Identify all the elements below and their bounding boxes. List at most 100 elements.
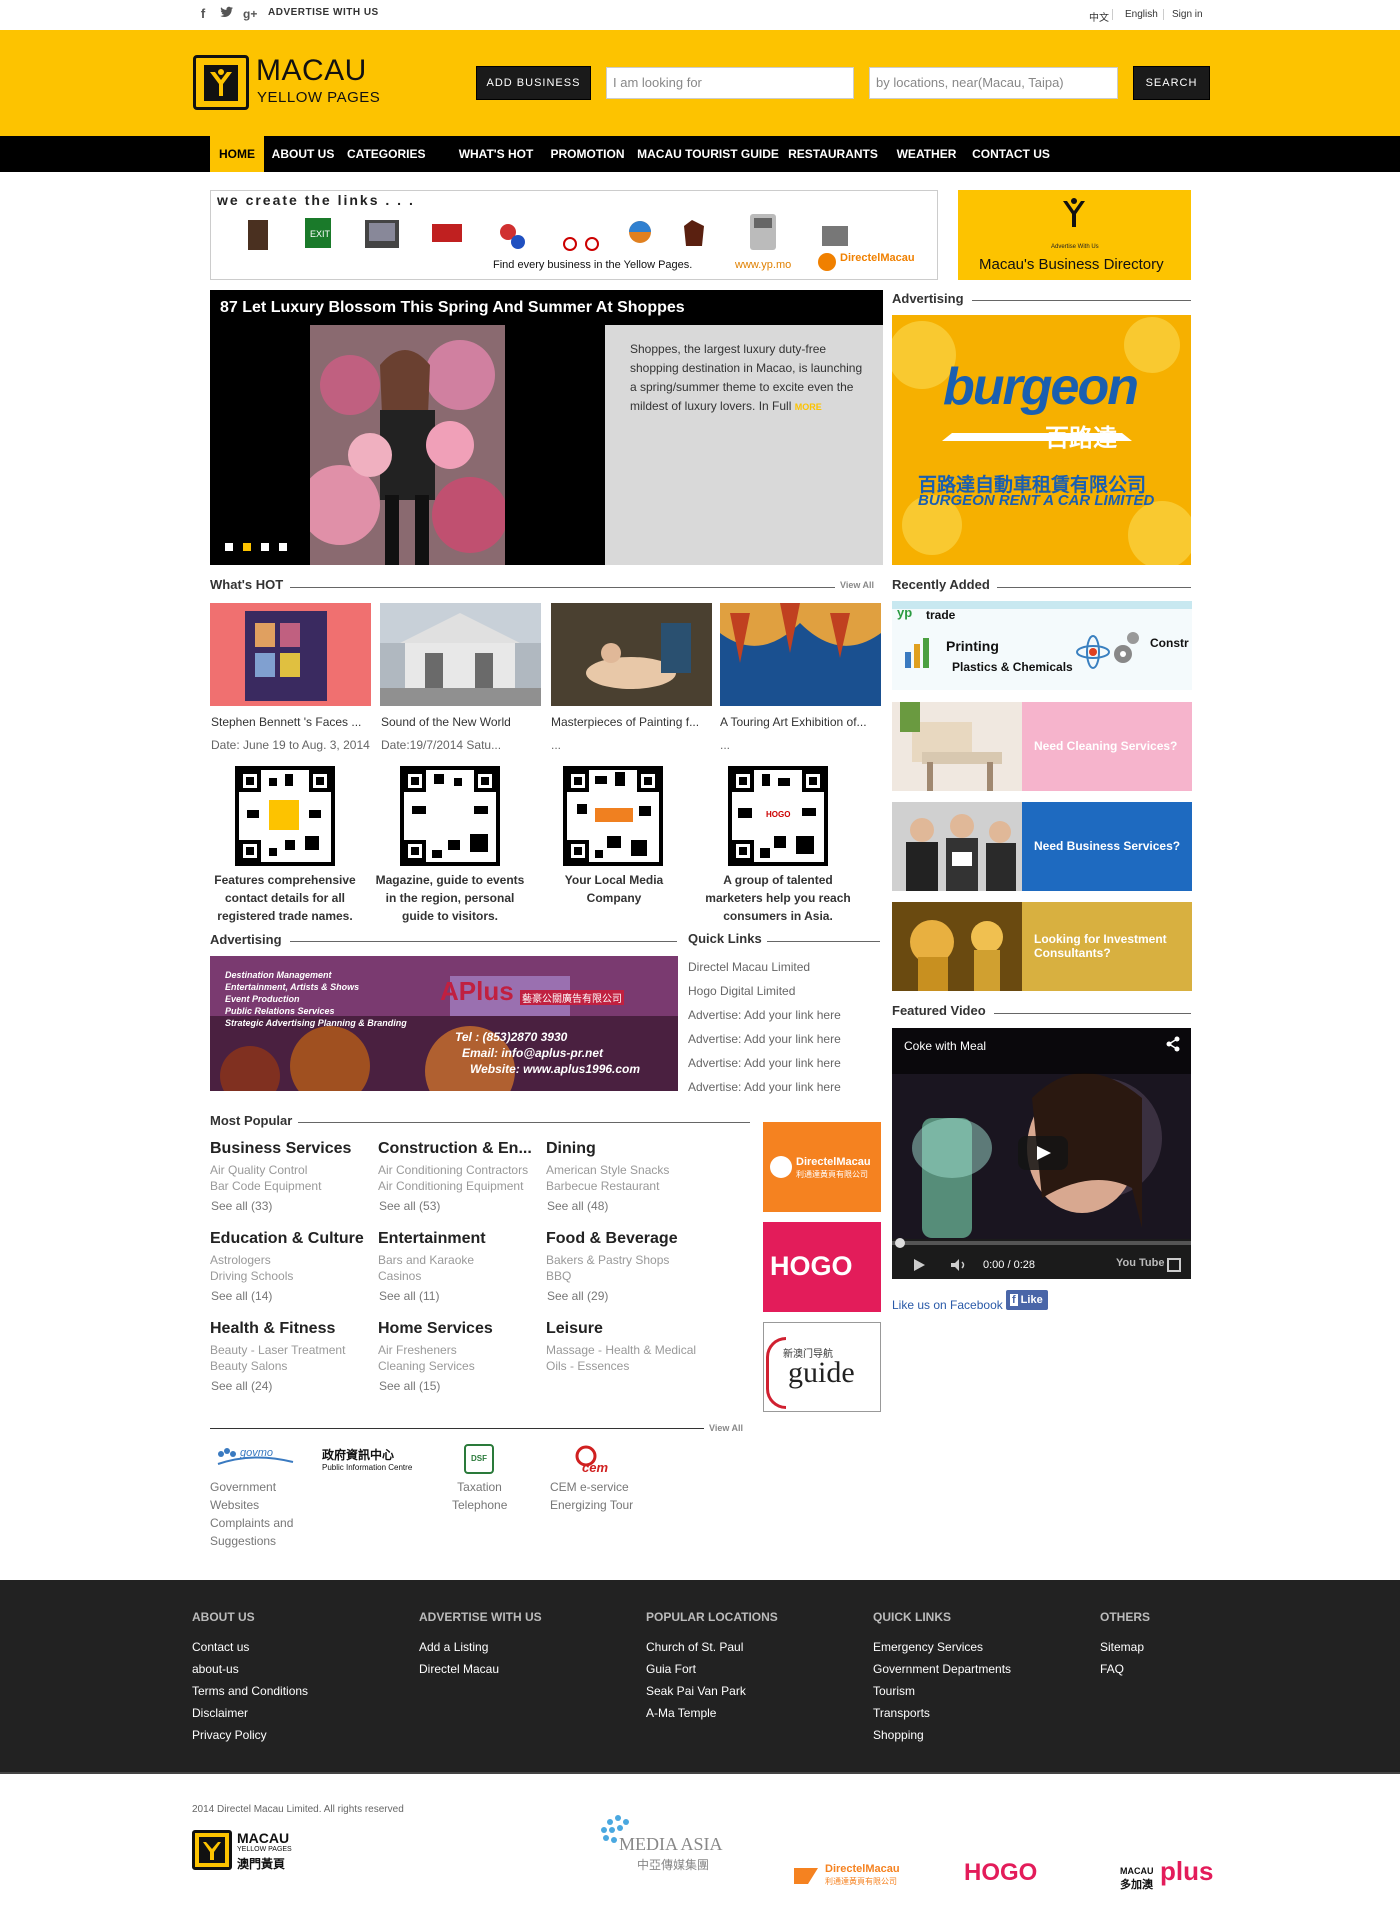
- footer-link[interactable]: Disclaimer: [192, 1706, 248, 1720]
- category-title[interactable]: Home Services: [378, 1320, 540, 1338]
- location-input[interactable]: by locations, near(Macau, Taipa): [869, 67, 1118, 99]
- category-title[interactable]: Food & Beverage: [546, 1230, 708, 1248]
- footer-directel-logo-icon[interactable]: [792, 1864, 822, 1886]
- footer-link[interactable]: Shopping: [873, 1728, 924, 1742]
- hot-caption-2[interactable]: Sound of the New World: [381, 715, 541, 729]
- category-item[interactable]: BBQ: [546, 1269, 571, 1283]
- hot-caption-1[interactable]: Stephen Bennett 's Faces ...: [211, 715, 371, 729]
- burgeon-ad[interactable]: [892, 315, 1191, 565]
- hot-caption-3[interactable]: Masterpieces of Painting f...: [551, 715, 711, 729]
- gov-link[interactable]: Government: [210, 1478, 293, 1496]
- footer-link[interactable]: Guia Fort: [646, 1662, 696, 1676]
- footer-link[interactable]: Contact us: [192, 1640, 249, 1654]
- quick-link[interactable]: Advertise: Add your link here: [688, 1032, 841, 1046]
- category-title[interactable]: Health & Fitness: [210, 1320, 372, 1338]
- nav-whats-hot[interactable]: WHAT'S HOT: [452, 136, 540, 172]
- category-item[interactable]: Air Conditioning Equipment: [378, 1179, 523, 1193]
- progress-handle[interactable]: [895, 1238, 905, 1248]
- footer-link[interactable]: Terms and Conditions: [192, 1684, 308, 1698]
- footer-link[interactable]: Directel Macau: [419, 1662, 499, 1676]
- category-item[interactable]: Air Quality Control: [210, 1163, 307, 1177]
- fullscreen-icon[interactable]: [1167, 1258, 1181, 1272]
- category-item[interactable]: Bars and Karaoke: [378, 1253, 474, 1267]
- footer-plus-logo[interactable]: plus: [1160, 1856, 1213, 1887]
- whats-hot-view-all[interactable]: View All: [840, 580, 874, 590]
- category-item[interactable]: Bakers & Pastry Shops: [546, 1253, 669, 1267]
- category-item[interactable]: Oils - Essences: [546, 1359, 629, 1373]
- facebook-like-button[interactable]: f Like: [1006, 1290, 1048, 1310]
- footer-link[interactable]: about-us: [192, 1662, 239, 1676]
- footer-hogo-logo[interactable]: HOGO: [964, 1859, 1037, 1887]
- add-business-button[interactable]: ADD BUSINESS: [476, 66, 591, 100]
- banner-url[interactable]: www.yp.mo: [735, 259, 791, 271]
- footer-link[interactable]: Sitemap: [1100, 1640, 1144, 1654]
- dsf-logo-icon[interactable]: DSF: [464, 1444, 494, 1474]
- lang-chinese-link[interactable]: 中文: [1089, 9, 1109, 24]
- advertise-link[interactable]: ADVERTISE WITH US: [268, 7, 379, 18]
- category-item[interactable]: Cleaning Services: [378, 1359, 475, 1373]
- slider-dot-2[interactable]: [243, 543, 251, 551]
- footer-link[interactable]: Emergency Services: [873, 1640, 983, 1654]
- search-input[interactable]: I am looking for: [606, 67, 854, 99]
- video-name[interactable]: Coke with Meal: [904, 1039, 986, 1053]
- category-item[interactable]: Beauty Salons: [210, 1359, 287, 1373]
- hot-thumb-1[interactable]: [210, 603, 371, 706]
- cem-link[interactable]: Energizing Tour: [550, 1496, 633, 1514]
- youtube-logo[interactable]: You Tube: [1116, 1257, 1164, 1269]
- see-all-link[interactable]: See all (14): [211, 1289, 272, 1303]
- category-item[interactable]: Beauty - Laser Treatment: [210, 1343, 345, 1357]
- category-item[interactable]: Air Conditioning Contractors: [378, 1163, 528, 1177]
- category-item[interactable]: Driving Schools: [210, 1269, 293, 1283]
- footer-link[interactable]: Add a Listing: [419, 1640, 488, 1654]
- slider-dot-1[interactable]: [225, 543, 233, 551]
- nav-about-us[interactable]: ABOUT US: [268, 136, 338, 172]
- play-button[interactable]: [1018, 1136, 1068, 1170]
- yellow-pages-logo-icon[interactable]: [193, 55, 249, 110]
- category-item[interactable]: Bar Code Equipment: [210, 1179, 321, 1193]
- category-item[interactable]: Casinos: [378, 1269, 421, 1283]
- footer-link[interactable]: Transports: [873, 1706, 930, 1720]
- more-link[interactable]: MORE: [795, 402, 822, 412]
- category-title[interactable]: Business Services: [210, 1140, 372, 1158]
- nav-weather[interactable]: WEATHER: [890, 136, 963, 172]
- category-title[interactable]: Leisure: [546, 1320, 708, 1338]
- quick-link[interactable]: Advertise: Add your link here: [688, 1056, 841, 1070]
- twitter-icon[interactable]: [220, 6, 234, 22]
- gov-link[interactable]: Websites: [210, 1496, 293, 1514]
- category-title[interactable]: Entertainment: [378, 1230, 540, 1248]
- quick-link[interactable]: Directel Macau Limited: [688, 960, 810, 974]
- hot-caption-4[interactable]: A Touring Art Exhibition of...: [720, 715, 880, 729]
- nav-home[interactable]: HOME: [210, 136, 264, 172]
- slider-dot-4[interactable]: [279, 543, 287, 551]
- footer-link[interactable]: A-Ma Temple: [646, 1706, 716, 1720]
- see-all-link[interactable]: See all (33): [211, 1199, 272, 1213]
- gov-link[interactable]: Complaints and: [210, 1514, 293, 1532]
- video-progress-bar[interactable]: [892, 1241, 1191, 1245]
- volume-icon[interactable]: [950, 1258, 968, 1272]
- footer-link[interactable]: Privacy Policy: [192, 1728, 267, 1742]
- lang-english-link[interactable]: English: [1125, 9, 1158, 20]
- tax-link[interactable]: Taxation: [452, 1478, 507, 1496]
- category-item[interactable]: Astrologers: [210, 1253, 271, 1267]
- hot-thumb-3[interactable]: [551, 603, 712, 706]
- hot-thumb-4[interactable]: [720, 603, 881, 706]
- links-view-all[interactable]: View All: [709, 1423, 743, 1433]
- quick-link[interactable]: Hogo Digital Limited: [688, 984, 795, 998]
- like-facebook-text[interactable]: Like us on Facebook: [892, 1298, 1003, 1312]
- footer-link[interactable]: Government Departments: [873, 1662, 1011, 1676]
- see-all-link[interactable]: See all (29): [547, 1289, 608, 1303]
- footer-link[interactable]: Church of St. Paul: [646, 1640, 743, 1654]
- category-title[interactable]: Construction & En...: [378, 1140, 540, 1158]
- category-item[interactable]: American Style Snacks: [546, 1163, 669, 1177]
- see-all-link[interactable]: See all (11): [379, 1289, 439, 1303]
- category-item[interactable]: Barbecue Restaurant: [546, 1179, 659, 1193]
- category-item[interactable]: Air Fresheners: [378, 1343, 457, 1357]
- footer-yp-logo-icon[interactable]: [192, 1830, 232, 1870]
- nav-tourist-guide[interactable]: MACAU TOURIST GUIDE: [636, 136, 780, 172]
- nav-promotion[interactable]: PROMOTION: [545, 136, 630, 172]
- nav-categories[interactable]: CATEGORIES ▼: [347, 136, 429, 196]
- footer-link[interactable]: Seak Pai Van Park: [646, 1684, 746, 1698]
- pic-logo-cn[interactable]: 政府資訊中心: [322, 1446, 394, 1463]
- see-all-link[interactable]: See all (15): [379, 1379, 440, 1393]
- see-all-link[interactable]: See all (24): [211, 1379, 272, 1393]
